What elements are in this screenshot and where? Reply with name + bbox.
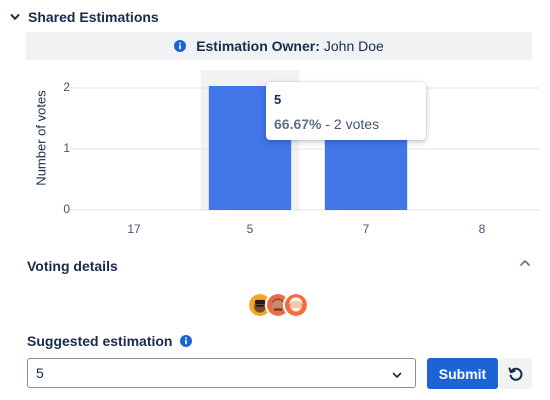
x-tick-label: 17 [127, 222, 141, 236]
y-tick-label: 0 [63, 202, 70, 216]
reset-icon [508, 367, 522, 381]
chevron-down-icon [391, 368, 403, 380]
tooltip-detail: - 2 votes [321, 116, 380, 132]
chevron-up-icon[interactable] [518, 256, 532, 270]
info-icon[interactable] [180, 335, 193, 347]
x-tick-label: 7 [362, 222, 370, 236]
submit-button[interactable]: Submit [427, 358, 498, 389]
chart-tooltip: 5 66.67% - 2 votes [266, 82, 426, 140]
selected-value: 5 [36, 365, 44, 381]
suggested-estimation-label: Suggested estimation [27, 333, 173, 349]
voting-details-title: Voting details [27, 258, 118, 274]
x-tick-label: 8 [478, 222, 486, 236]
user-avatar-3[interactable] [283, 292, 309, 318]
suggested-estimation-select[interactable]: 5 [27, 358, 416, 388]
tooltip-body: 66.67% - 2 votes [274, 116, 418, 132]
tooltip-percent: 66.67% [274, 116, 322, 132]
voter-avatars [247, 292, 309, 318]
x-tick-label: 5 [246, 222, 254, 236]
tooltip-title: 5 [274, 92, 282, 107]
reset-button[interactable] [499, 358, 532, 389]
y-tick-label: 2 [63, 80, 70, 94]
y-tick-label: 1 [63, 141, 70, 155]
suggested-estimation-title: Suggested estimation [27, 333, 193, 349]
